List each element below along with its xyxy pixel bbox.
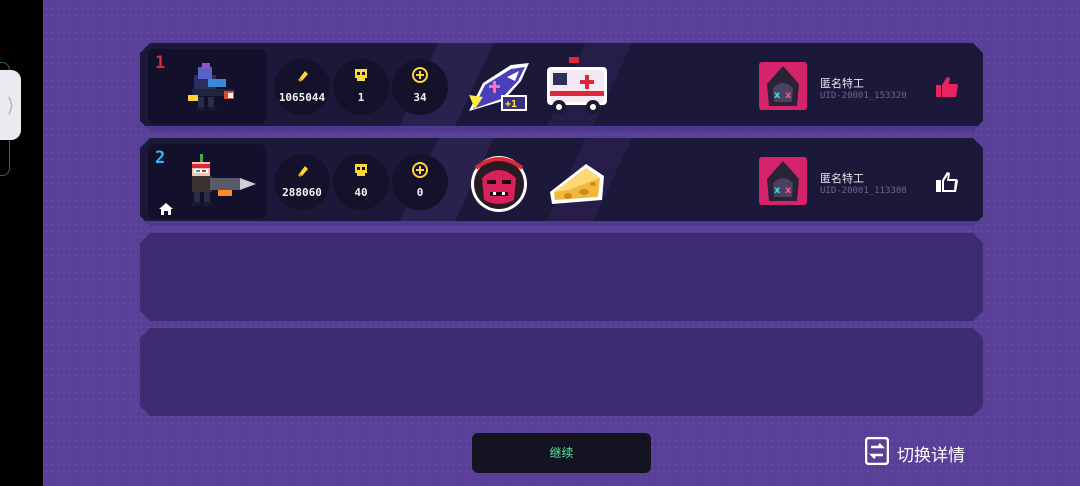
shark-plus-one-icon: +1: [463, 53, 533, 125]
empty-player-slot-4: [140, 328, 983, 416]
thumbs-up-icon[interactable]: [934, 75, 960, 103]
agent-uid: UID-20001_153320: [820, 91, 907, 101]
ambulance-icon: [541, 53, 611, 125]
svg-text:x: x: [774, 185, 781, 196]
kills-stat: 40: [333, 154, 389, 210]
switch-details-label: 切换详情: [897, 445, 965, 466]
hooded-gunner-sprite: [188, 63, 234, 111]
coins-stat: 0: [392, 154, 448, 210]
switch-details-button[interactable]: 切换详情: [864, 436, 965, 470]
player-row-1: 1 1065044 1 34 +1 x x 匿名特工 UID-20001_153…: [140, 43, 983, 131]
agent-avatar: x x: [759, 62, 807, 110]
rank-number: 1: [155, 53, 166, 73]
svg-text:+1: +1: [505, 99, 517, 110]
svg-text:x: x: [785, 185, 792, 196]
coins-stat: 34: [392, 59, 448, 115]
game-results-screen: 1 1065044 1 34 +1 x x 匿名特工 UID-20001_153…: [43, 0, 1080, 486]
coins-value: 0: [416, 186, 424, 199]
svg-text:x: x: [774, 90, 781, 101]
bullets-stat: 288060: [274, 154, 330, 210]
bullets-stat: 1065044: [274, 59, 330, 115]
coins-value: 34: [413, 91, 427, 104]
kills-stat: 1: [333, 59, 389, 115]
empty-player-slot-3: [140, 233, 983, 321]
cheese-icon: [546, 148, 608, 220]
bullet-icon: [274, 162, 330, 178]
agent-name: 匿名特工: [820, 172, 864, 185]
continue-button[interactable]: 继续: [472, 433, 651, 473]
thumbs-up-outline-icon[interactable]: [934, 170, 960, 198]
bullet-icon: [274, 67, 330, 83]
coin-plus-icon: [392, 67, 448, 83]
side-drawer-handle[interactable]: ⟩: [0, 70, 21, 140]
agent-name: 匿名特工: [820, 77, 864, 90]
switch-document-icon: [864, 436, 890, 470]
agent-avatar: x x: [759, 157, 807, 205]
demon-face-icon: [466, 148, 532, 220]
rank-number: 2: [155, 148, 166, 168]
coin-plus-icon: [392, 162, 448, 178]
agent-uid: UID-20001_113308: [820, 186, 907, 196]
skull-icon: [333, 67, 389, 83]
player-1-portrait: [148, 49, 266, 124]
player-row-2: 2 288060 40 0 x x 匿名特工 UID-20001_113308: [140, 138, 983, 226]
svg-text:x: x: [785, 90, 792, 101]
skull-icon: [333, 162, 389, 178]
player-2-portrait: [148, 144, 266, 219]
